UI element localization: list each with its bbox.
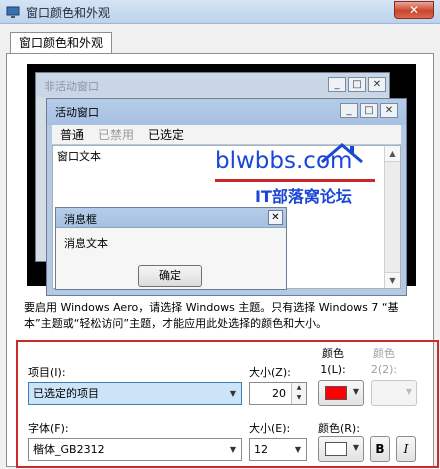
message-box-title: 消息框 <box>64 213 97 226</box>
message-text: 消息文本 <box>64 237 108 250</box>
window-title: 窗口颜色和外观 <box>26 6 111 20</box>
tab-window-color-appearance[interactable]: 窗口颜色和外观 <box>10 32 113 54</box>
chevron-down-icon: ▼ <box>229 445 237 454</box>
chevron-down-icon: ▼ <box>352 443 359 452</box>
maximize-icon: □ <box>360 103 378 118</box>
font-size-dropdown[interactable]: 12 ▼ <box>249 438 307 461</box>
close-button[interactable]: ✕ <box>394 1 434 19</box>
size-stepper[interactable]: 20 ▲ ▼ <box>249 382 307 405</box>
size-value: 20 <box>272 387 286 400</box>
color2-picker: ▼ <box>371 380 417 406</box>
active-caption: 活动窗口 _ □ ✕ <box>47 99 406 125</box>
close-icon: ✕ <box>368 77 386 92</box>
ok-button-preview: 确定 <box>138 265 202 287</box>
font-dropdown-value: 楷体_GB2312 <box>33 443 105 456</box>
font-color-picker[interactable]: ▼ <box>318 436 364 462</box>
scroll-down-icon: ▼ <box>385 272 400 288</box>
color2-label: 颜色 2(2): <box>370 347 398 376</box>
item-label: 项目(I): <box>28 366 66 379</box>
stepper-arrows-icon[interactable]: ▲ ▼ <box>291 383 306 404</box>
italic-button[interactable]: I <box>396 436 416 462</box>
font-size-label: 大小(E): <box>249 422 291 435</box>
chevron-down-icon: ▼ <box>405 387 412 396</box>
watermark-subtitle: IT部落窝论坛 <box>255 187 352 206</box>
minimize-icon: _ <box>328 77 346 92</box>
size-label: 大小(Z): <box>249 366 291 379</box>
chevron-down-icon: ▼ <box>294 445 302 454</box>
aero-description: 要启用 Windows Aero，请选择 Windows 主题。只有选择 Win… <box>24 301 399 330</box>
menu-item-normal: 普通 <box>60 128 85 142</box>
inactive-caption: 非活动窗口 _ □ ✕ <box>36 73 389 97</box>
site-watermark: blwbbs.com IT部落窝论坛 <box>215 143 385 210</box>
display-properties-icon <box>6 6 20 18</box>
font-color-swatch <box>325 442 347 456</box>
scroll-up-icon: ▲ <box>385 146 400 162</box>
inactive-window-title: 非活动窗口 <box>44 80 99 93</box>
chevron-down-icon: ▼ <box>352 387 359 396</box>
menu-item-disabled: 已禁用 <box>98 128 135 142</box>
settings-group: 项目(I): 已选定的项目 ▼ 大小(Z): 20 ▲ ▼ 颜色 1(L): ▼ … <box>16 340 439 468</box>
close-icon: ✕ <box>268 210 283 225</box>
window-text: 窗口文本 <box>57 150 101 163</box>
close-icon: ✕ <box>380 103 398 118</box>
maximize-icon: □ <box>348 77 366 92</box>
item-dropdown-value: 已选定的项目 <box>33 387 99 400</box>
minimize-icon: _ <box>340 103 358 118</box>
preview-scrollbar: ▲ ▼ <box>384 146 400 288</box>
item-dropdown[interactable]: 已选定的项目 ▼ <box>28 382 242 405</box>
active-window-title: 活动窗口 <box>55 106 99 119</box>
active-caption-buttons: _ □ ✕ <box>340 103 398 118</box>
color1-swatch <box>325 386 347 400</box>
tab-strip: 窗口颜色和外观 <box>0 24 440 54</box>
message-box-caption: 消息框 ✕ <box>56 208 286 228</box>
color1-label: 颜色 1(L): <box>320 347 346 376</box>
bold-button[interactable]: B <box>370 436 390 462</box>
chevron-down-icon: ▼ <box>229 389 237 398</box>
color1-picker[interactable]: ▼ <box>318 380 364 406</box>
inactive-caption-buttons: _ □ ✕ <box>328 77 386 92</box>
font-label: 字体(F): <box>28 422 69 435</box>
font-dropdown[interactable]: 楷体_GB2312 ▼ <box>28 438 242 461</box>
font-size-value: 12 <box>254 443 268 456</box>
message-box-preview: 消息框 ✕ 消息文本 确定 <box>55 207 287 290</box>
menu-item-selected: 已选定 <box>148 128 185 142</box>
watermark-logo: blwbbs.com <box>215 148 353 174</box>
title-bar: 窗口颜色和外观 ✕ <box>0 0 440 24</box>
font-color-label: 颜色(R): <box>318 422 360 435</box>
